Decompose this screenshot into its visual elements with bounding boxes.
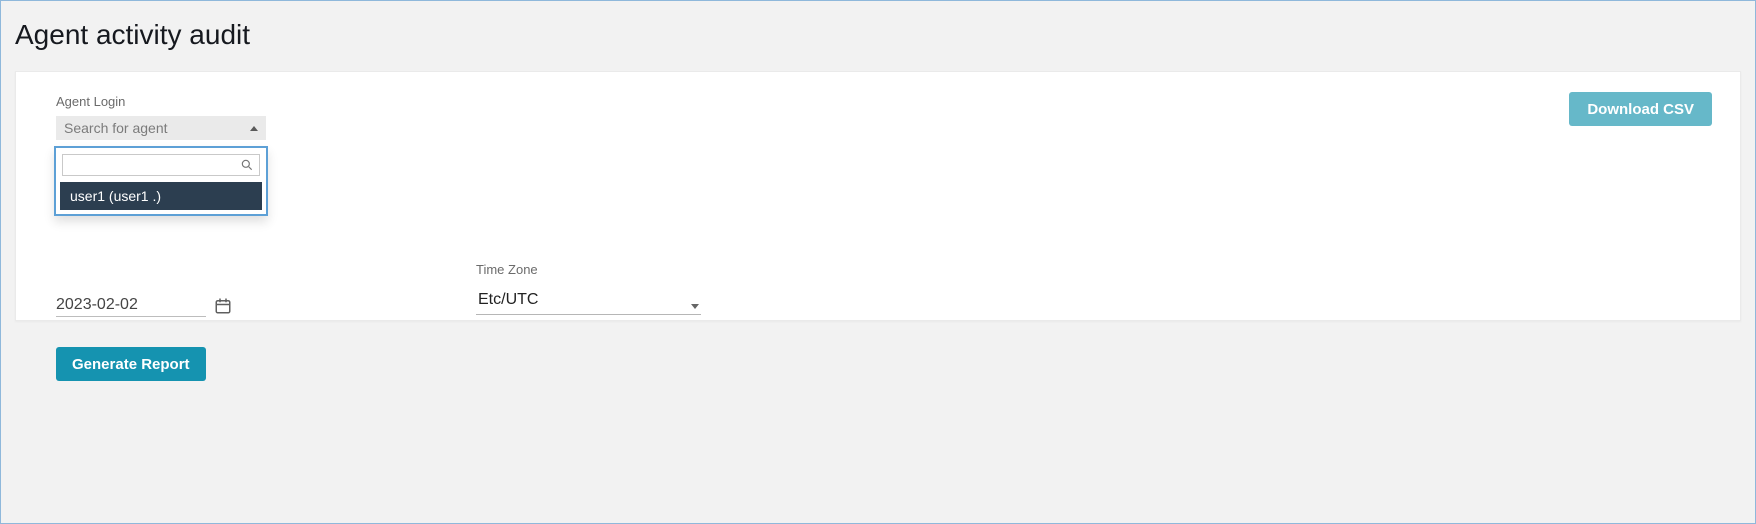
agent-option[interactable]: user1 (user1 .): [60, 182, 262, 210]
chevron-down-icon: [691, 304, 699, 309]
date-input[interactable]: [56, 294, 206, 317]
agent-search-dropdown: user1 (user1 .): [54, 146, 268, 216]
agent-search-combo[interactable]: Search for agent: [56, 116, 266, 140]
timezone-label: Time Zone: [476, 262, 701, 277]
page-title: Agent activity audit: [1, 1, 1755, 71]
timezone-block: Time Zone Etc/UTC: [476, 262, 701, 315]
report-card: Download CSV Agent Login Search for agen…: [15, 71, 1741, 321]
generate-report-button[interactable]: Generate Report: [56, 347, 206, 381]
app-frame: Agent activity audit Download CSV Agent …: [0, 0, 1756, 524]
calendar-icon[interactable]: [214, 297, 232, 315]
timezone-value: Etc/UTC: [478, 291, 538, 309]
chevron-up-icon: [250, 126, 258, 131]
agent-login-label: Agent Login: [56, 94, 266, 109]
date-row: [56, 294, 232, 317]
agent-search-input[interactable]: [62, 154, 260, 176]
timezone-select[interactable]: Etc/UTC: [476, 287, 701, 315]
download-csv-button[interactable]: Download CSV: [1569, 92, 1712, 126]
agent-login-block: Agent Login Search for agent user1 (user…: [56, 94, 266, 140]
agent-search-placeholder: Search for agent: [64, 120, 168, 136]
search-icon: [240, 158, 254, 172]
agent-search-row: [56, 148, 266, 182]
